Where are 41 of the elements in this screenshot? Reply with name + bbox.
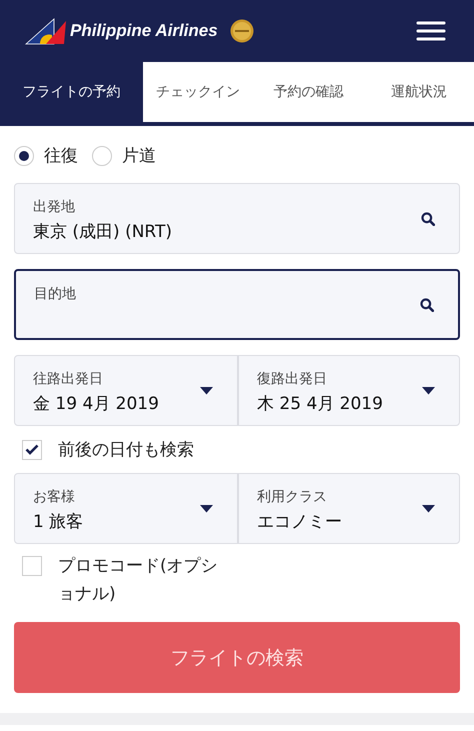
flexible-dates-checkbox-row[interactable]: 前後の日付も検索 bbox=[14, 426, 460, 473]
field-label: 出発地 bbox=[33, 198, 76, 216]
airport-field[interactable]: 出発地 東京 (成田) (NRT) bbox=[14, 183, 460, 254]
search-icon[interactable] bbox=[421, 212, 435, 226]
field-label: 復路出発日 bbox=[257, 370, 328, 388]
tab[interactable]: チェックイン bbox=[143, 62, 254, 122]
dropdown-field[interactable]: お客様 1 旅客 bbox=[15, 474, 237, 543]
logo-icon bbox=[24, 17, 66, 45]
caret-icon bbox=[200, 386, 213, 394]
field-value: 金 19 4月 2019 bbox=[33, 393, 160, 415]
radio-label: 片道 bbox=[122, 145, 156, 167]
brand-name: Philippine Airlines bbox=[70, 21, 218, 41]
checkbox[interactable] bbox=[22, 440, 42, 460]
field-label: 往路出発日 bbox=[33, 370, 104, 388]
radio-button[interactable] bbox=[92, 146, 112, 166]
dropdown-field[interactable]: 往路出発日 金 19 4月 2019 bbox=[15, 356, 237, 425]
checkbox-label: 前後の日付も検索 bbox=[58, 439, 194, 461]
dropdown-field[interactable]: 復路出発日 木 25 4月 2019 bbox=[237, 356, 459, 425]
field-label: お客様 bbox=[33, 488, 76, 506]
field-label: 利用クラス bbox=[257, 488, 328, 506]
trip-type-radio[interactable]: 片道 bbox=[92, 144, 156, 167]
field-label: 目的地 bbox=[34, 285, 77, 303]
airport-field[interactable]: 目的地 bbox=[14, 269, 460, 340]
field-value: 1 旅客 bbox=[33, 511, 84, 533]
field-value: エコノミー bbox=[257, 511, 343, 533]
checkbox[interactable] bbox=[22, 556, 42, 576]
tab[interactable]: 予約の確認 bbox=[253, 62, 364, 122]
field-value: 東京 (成田) (NRT) bbox=[33, 221, 174, 243]
radio-label: 往復 bbox=[44, 145, 78, 167]
radio-button[interactable] bbox=[14, 146, 34, 166]
tab[interactable]: 運航状況 bbox=[364, 62, 474, 122]
field-value: 木 25 4月 2019 bbox=[257, 393, 384, 415]
emblem-icon bbox=[230, 19, 254, 43]
caret-icon bbox=[422, 504, 435, 512]
checkmark-icon bbox=[25, 444, 39, 455]
search-icon[interactable] bbox=[420, 298, 434, 312]
caret-icon bbox=[200, 504, 213, 512]
trip-type-radio[interactable]: 往復 bbox=[14, 144, 78, 167]
caret-icon bbox=[422, 386, 435, 394]
dropdown-field[interactable]: 利用クラス エコノミー bbox=[237, 474, 459, 543]
checkbox-label: プロモコード(オプショナル) bbox=[58, 555, 218, 606]
